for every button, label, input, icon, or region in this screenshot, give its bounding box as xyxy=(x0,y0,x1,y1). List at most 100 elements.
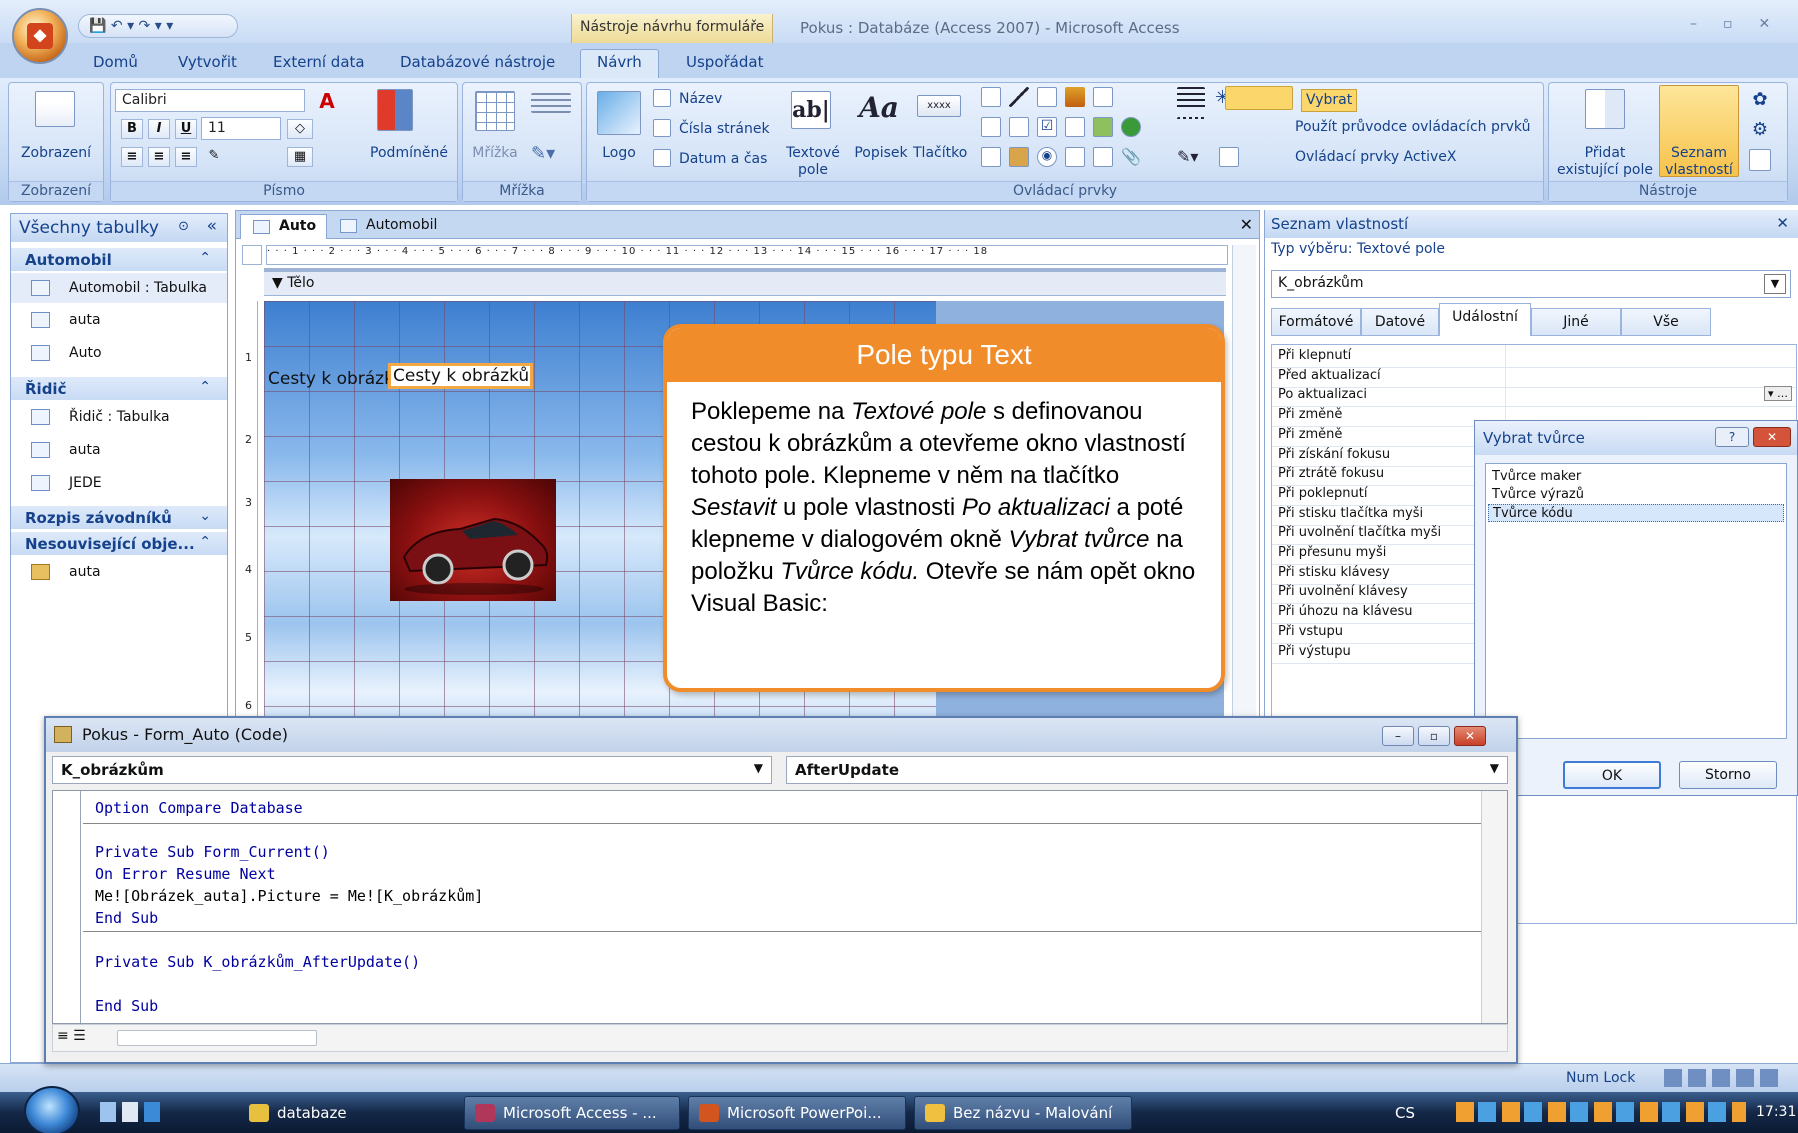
tab-database-tools[interactable]: Databázové nástroje xyxy=(400,53,555,71)
underline-button[interactable]: U xyxy=(175,119,197,139)
window-controls[interactable]: –▫✕ xyxy=(1690,16,1796,32)
select-button[interactable]: Vybrat xyxy=(1301,89,1358,112)
view-toggle-icon[interactable]: ≡ ☰ xyxy=(57,1028,86,1044)
tab-control-icon[interactable] xyxy=(1093,87,1113,107)
tab-create[interactable]: Vytvořit xyxy=(178,53,237,71)
activex-controls[interactable]: Ovládací prvky ActiveX xyxy=(1295,149,1456,166)
close-icon[interactable]: ✕ xyxy=(1753,427,1791,447)
text-box-k-obrazkum[interactable]: Cesty k obrázkům xyxy=(388,363,533,389)
detail-section-header[interactable]: ▼ Tělo xyxy=(264,272,1226,296)
nav-group-automobil[interactable]: Automobil ⌃ xyxy=(11,248,227,271)
label-icon[interactable]: Aa xyxy=(857,91,901,129)
bound-object-icon[interactable] xyxy=(1009,147,1029,167)
taskbar-powerpoint[interactable]: Microsoft PowerPoi... xyxy=(688,1096,906,1130)
grid-icon[interactable] xyxy=(475,91,515,131)
close-icon[interactable]: ✕ xyxy=(1454,726,1486,746)
nav-group-unrelated[interactable]: Nesouvisející obje... ⌃ xyxy=(11,532,227,555)
font-name-combo[interactable]: Calibri xyxy=(115,89,305,112)
view-button[interactable]: Zobrazení xyxy=(9,145,103,162)
tab-arrange[interactable]: Uspořádat xyxy=(686,53,763,71)
taskbar-paint[interactable]: Bez názvu - Malování xyxy=(914,1096,1132,1130)
nav-collapse-icon[interactable]: « xyxy=(207,216,217,236)
font-color-icon[interactable]: A xyxy=(313,89,341,113)
prop-tab-format[interactable]: Formátové xyxy=(1271,308,1361,336)
build-button[interactable]: ▾ … xyxy=(1763,386,1792,402)
line-thickness-icon[interactable] xyxy=(1177,87,1205,109)
conditional-format-button[interactable]: Podmíněné xyxy=(359,145,459,162)
maximize-icon[interactable]: ▫ xyxy=(1418,726,1450,746)
builder-item-code[interactable]: Tvůrce kódu xyxy=(1488,504,1784,522)
date-time-icon[interactable] xyxy=(653,149,671,167)
dropdown-arrow-icon[interactable]: ▼ xyxy=(1764,274,1786,294)
nav-item-auto[interactable]: Auto xyxy=(11,338,227,368)
align-center-icon[interactable]: ≡ xyxy=(148,147,170,167)
pagebreak-control-icon[interactable] xyxy=(1065,147,1085,167)
tab-design[interactable]: Návrh xyxy=(580,49,659,79)
add-existing-fields-icon[interactable] xyxy=(1585,89,1625,129)
border-icon[interactable]: ▦ xyxy=(287,147,313,167)
tab-external-data[interactable]: Externí data xyxy=(273,53,365,71)
prop-tab-data[interactable]: Datové xyxy=(1361,308,1439,336)
doc-tab-automobil[interactable]: Automobil xyxy=(328,214,447,239)
object-selector[interactable]: K_obrázkům ▼ xyxy=(1271,270,1791,298)
command-button[interactable]: Tlačítko xyxy=(913,145,967,162)
checkbox-control-icon[interactable]: ☑ xyxy=(1037,117,1057,137)
subform-control-icon[interactable] xyxy=(981,147,1001,167)
close-doc-icon[interactable]: ✕ xyxy=(1240,215,1253,234)
align-left-icon[interactable]: ≡ xyxy=(121,147,143,167)
list-control-icon[interactable] xyxy=(981,117,1001,137)
rectangle-control-icon[interactable] xyxy=(1009,117,1029,137)
line-type-icon[interactable] xyxy=(1177,117,1205,137)
nav-item-auta-2[interactable]: auta xyxy=(11,435,227,465)
button-icon[interactable]: xxxx xyxy=(917,95,961,117)
macro-icon[interactable]: ⚙ xyxy=(1749,119,1771,141)
tab-home[interactable]: Domů xyxy=(93,53,138,71)
nav-item-ridic-table[interactable]: Řidič : Tabulka xyxy=(11,402,227,432)
taskbar-databaze[interactable]: databaze xyxy=(238,1096,458,1130)
line-control-icon[interactable] xyxy=(1009,87,1029,107)
minimize-icon[interactable]: – xyxy=(1382,726,1414,746)
start-button[interactable] xyxy=(24,1086,80,1133)
nav-item-jede[interactable]: JEDE xyxy=(11,468,227,498)
prop-tab-all[interactable]: Vše xyxy=(1621,308,1711,336)
label-button[interactable]: Popisek xyxy=(851,145,911,162)
date-time-button[interactable]: Datum a čas xyxy=(679,151,767,168)
view-switcher-icons[interactable] xyxy=(1664,1069,1784,1087)
nav-dropdown-icon[interactable]: ⊙ xyxy=(178,219,189,234)
toggle-control-icon[interactable] xyxy=(1037,87,1057,107)
nav-item-auta-3[interactable]: auta xyxy=(11,557,227,587)
attachment-control-icon[interactable]: 📎 xyxy=(1121,147,1141,167)
image-control-icon[interactable] xyxy=(1093,117,1113,137)
bold-button[interactable]: B xyxy=(121,119,143,139)
quick-access-toolbar[interactable]: 💾 ↶ ▾ ↷ ▾ ▾ xyxy=(78,14,238,38)
nav-group-rozpis[interactable]: Rozpis závodníků ⌄ xyxy=(11,506,227,529)
logo-button[interactable]: Logo xyxy=(589,145,649,162)
web-control-icon[interactable] xyxy=(1121,117,1141,137)
tab-order-icon[interactable] xyxy=(1749,149,1771,171)
nav-header[interactable]: Všechny tabulky ⊙ « xyxy=(11,214,227,242)
italic-button[interactable]: I xyxy=(148,119,170,139)
object-combo[interactable]: K_obrázkům ▼ xyxy=(52,756,772,784)
view-icon[interactable] xyxy=(35,91,75,127)
form-selector[interactable] xyxy=(242,245,262,265)
title-icon[interactable] xyxy=(653,89,671,107)
language-indicator[interactable]: CS xyxy=(1395,1104,1415,1122)
nav-item-automobil-table[interactable]: Automobil : Tabulka xyxy=(11,273,227,303)
font-size-combo[interactable]: 11 xyxy=(201,117,281,140)
line-style-icon[interactable] xyxy=(531,93,571,113)
cancel-button[interactable]: Storno xyxy=(1679,761,1777,789)
special-effect-icon[interactable] xyxy=(1219,147,1239,167)
code-hscroll[interactable]: ≡ ☰ xyxy=(52,1024,1508,1052)
conditional-format-icon[interactable] xyxy=(377,89,413,131)
line-color2-icon[interactable]: ✎▾ xyxy=(1177,147,1205,167)
chart-control-icon[interactable] xyxy=(1065,87,1085,107)
taskbar-access[interactable]: Microsoft Access - ... xyxy=(464,1096,680,1130)
add-existing-fields-button[interactable]: Přidat existující pole xyxy=(1553,145,1657,179)
doc-tab-auto[interactable]: Auto xyxy=(240,214,328,239)
page-numbers-icon[interactable] xyxy=(653,119,671,137)
align-right-icon[interactable]: ≡ xyxy=(175,147,197,167)
tray-icons[interactable] xyxy=(1456,1102,1746,1122)
close-icon[interactable]: ✕ xyxy=(1776,214,1789,232)
frame-control-icon[interactable] xyxy=(1065,117,1085,137)
title-button[interactable]: Název xyxy=(679,91,722,108)
